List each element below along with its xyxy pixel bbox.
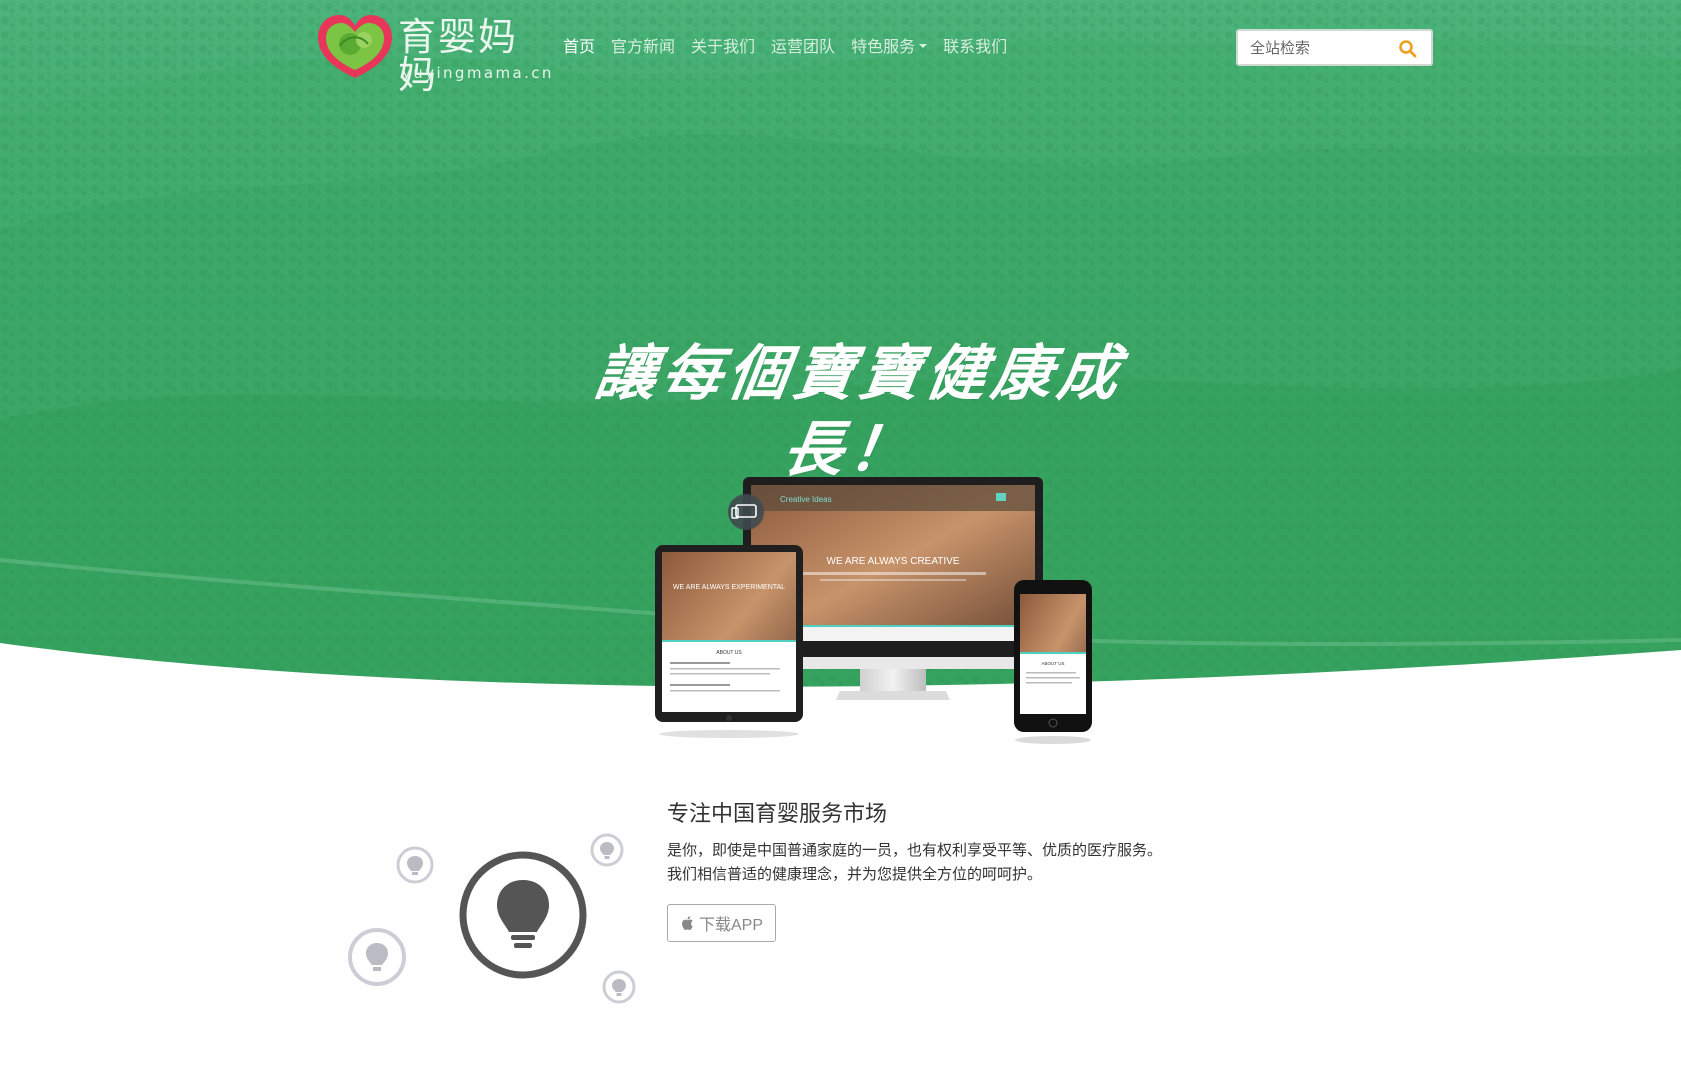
chevron-down-icon (919, 43, 928, 48)
feature-description: 是你，即使是中国普通家庭的一员，也有权利享受平等、优质的医疗服务。 我们相信普适… (667, 838, 1227, 886)
monitor-stand (860, 669, 926, 691)
page: 育婴妈妈 yuyingmama.cn 首页 官方新闻 关于我们 运营团队 特色服… (0, 0, 1681, 1082)
hero-banner: 育婴妈妈 yuyingmama.cn 首页 官方新闻 关于我们 运营团队 特色服… (0, 0, 1681, 760)
logo-domain: yuyingmama.cn (402, 64, 554, 82)
nav-item-team[interactable]: 运营团队 (771, 36, 835, 60)
lightbulb-illustration (348, 833, 636, 1004)
feature-section: 专注中国育婴服务市场 是你，即使是中国普通家庭的一员，也有权利享受平等、优质的医… (667, 800, 1227, 942)
download-app-label: 下载APP (699, 917, 764, 934)
lightbulb-small-icon (396, 846, 434, 884)
feature-desc-line-2: 我们相信普适的健康理念，并为您提供全方位的呵呵护。 (667, 865, 1043, 883)
lightbulb-small-icon (602, 970, 636, 1004)
main-nav: 首页 官方新闻 关于我们 运营团队 特色服务 联系我们 (563, 36, 1023, 60)
nav-item-services-label: 特色服务 (851, 39, 916, 56)
tablet-caption: WE ARE ALWAYS EXPERIMENTAL (673, 584, 785, 591)
heart-logo-icon (318, 15, 392, 78)
logo-chinese-name: 育婴妈妈 (398, 15, 519, 97)
lightbulb-small-icon (348, 928, 406, 986)
nav-item-services[interactable]: 特色服务 (851, 36, 928, 60)
tablet-section-title: ABOUT US (716, 650, 742, 656)
nav-item-home[interactable]: 首页 (563, 36, 595, 60)
search-input[interactable] (1250, 37, 1390, 59)
feature-desc-line-1: 是你，即使是中国普通家庭的一员，也有权利享受平等、优质的医疗服务。 (667, 841, 1163, 859)
top-navbar: 育婴妈妈 yuyingmama.cn 首页 官方新闻 关于我们 运营团队 特色服… (0, 0, 1681, 95)
apple-icon (682, 916, 693, 930)
site-logo[interactable]: 育婴妈妈 yuyingmama.cn (314, 12, 551, 94)
nav-item-contact[interactable]: 联系我们 (943, 36, 1007, 60)
search-icon[interactable] (1398, 39, 1418, 59)
lightbulb-large-icon (459, 851, 587, 979)
monitor-caption: WE ARE ALWAYS CREATIVE (827, 556, 960, 567)
lightbulb-small-icon (590, 833, 624, 867)
devices-badge-icon (728, 494, 764, 530)
nav-item-news[interactable]: 官方新闻 (611, 36, 675, 60)
phone-section-title: ABOUT US (1042, 661, 1065, 666)
monitor-brand-text: Creative Ideas (780, 495, 832, 504)
feature-title: 专注中国育婴服务市场 (667, 802, 888, 827)
download-app-button[interactable]: 下载APP (667, 904, 777, 942)
hero-slogan: 讓每個寶寶健康成長！ (591, 339, 1129, 485)
search-box (1236, 29, 1433, 66)
nav-item-about[interactable]: 关于我们 (691, 36, 755, 60)
responsive-devices-illustration: Creative Ideas WE ARE ALWAYS CREATIVE WE… (655, 477, 1092, 744)
